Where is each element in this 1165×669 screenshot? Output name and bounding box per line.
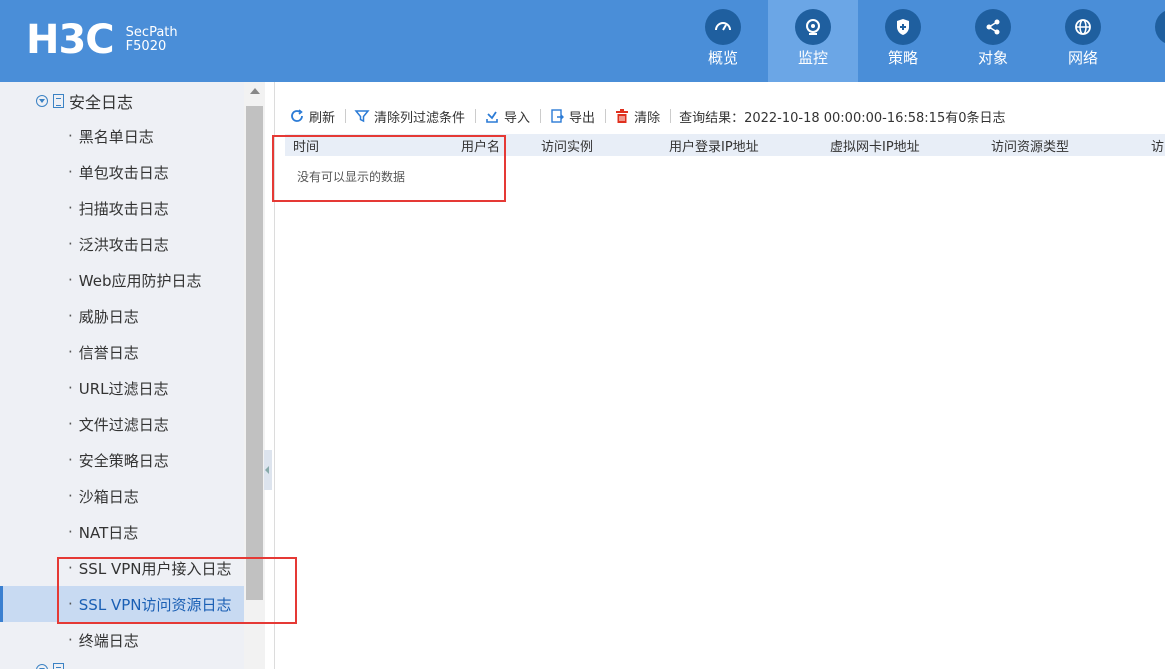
nav-monitor[interactable]: 监控 xyxy=(768,0,858,82)
refresh-icon xyxy=(291,109,303,122)
toolbar-divider xyxy=(475,109,477,123)
export-label: 导出 xyxy=(569,110,596,126)
sidebar-section-security-log[interactable]: 安全日志 xyxy=(36,90,133,112)
trash-icon xyxy=(616,109,629,123)
sidebar-item-terminal-log[interactable]: 终端日志 xyxy=(0,622,244,658)
toolbar-divider xyxy=(345,109,347,123)
scrollbar-thumb[interactable] xyxy=(246,106,263,600)
sidebar-item-waf-log[interactable]: Web应用防护日志 xyxy=(0,262,244,298)
export-button[interactable]: 导出 xyxy=(549,107,595,126)
clear-logs-button[interactable]: 清除 xyxy=(614,107,660,126)
clear-logs-label: 清除 xyxy=(634,110,661,126)
product-model: SecPath F5020 xyxy=(126,26,178,54)
column-header-truncated[interactable]: 访 xyxy=(1151,136,1164,155)
shield-icon xyxy=(885,9,921,45)
clear-filter-label: 清除列过滤条件 xyxy=(374,110,466,126)
column-header-virtual-nic-ip[interactable]: 虚拟网卡IP地址 xyxy=(830,136,920,155)
document-icon xyxy=(53,663,64,669)
product-model-number: F5020 xyxy=(125,39,167,54)
nav-label: 对象 xyxy=(977,49,1008,67)
nav-label: 网络 xyxy=(1067,49,1098,67)
column-header-login-ip[interactable]: 用户登录IP地址 xyxy=(669,136,759,155)
export-icon xyxy=(551,109,565,123)
filter-icon xyxy=(354,110,370,123)
logo-mark: H3C xyxy=(26,17,115,63)
share-icon xyxy=(975,9,1011,45)
clear-filter-button[interactable]: 清除列过滤条件 xyxy=(354,107,465,126)
sidebar-item-sandbox-log[interactable]: 沙箱日志 xyxy=(0,478,244,514)
collapse-toggle-icon[interactable] xyxy=(36,95,48,107)
nav-overview[interactable]: 概览 xyxy=(678,0,768,82)
highlight-box-table-area xyxy=(272,135,506,202)
nav-label: 策略 xyxy=(887,49,918,67)
toolbar-divider xyxy=(605,109,607,123)
collapse-toggle-icon[interactable] xyxy=(36,664,48,669)
nav-system[interactable]: 系 xyxy=(1128,0,1165,82)
nav-label: 概览 xyxy=(707,49,738,67)
sidebar-item-blacklist-log[interactable]: 黑名单日志 xyxy=(0,118,244,154)
sidebar-section-label: 安全日志 xyxy=(69,93,134,112)
nav-objects[interactable]: 对象 xyxy=(948,0,1038,82)
dashboard-icon xyxy=(705,9,741,45)
refresh-button[interactable]: 刷新 xyxy=(289,107,335,126)
sidebar-item-single-packet-attack-log[interactable]: 单包攻击日志 xyxy=(0,154,244,190)
nav-label: 监控 xyxy=(797,49,828,67)
toolbar-divider xyxy=(540,109,542,123)
highlight-box-sslvpn-items xyxy=(57,557,297,624)
monitor-icon xyxy=(795,9,831,45)
log-toolbar: 刷新 清除列过滤条件 导入 导出 清除 查询结果：2022-10-18 00:0… xyxy=(289,106,1006,126)
query-result-text: 查询结果：2022-10-18 00:00:00-16:58:15有0条日志 xyxy=(679,110,1006,126)
refresh-label: 刷新 xyxy=(309,110,336,126)
import-button[interactable]: 导入 xyxy=(484,107,530,126)
sidebar-next-section[interactable] xyxy=(36,662,64,669)
nav-policy[interactable]: 策略 xyxy=(858,0,948,82)
sidebar-item-reputation-log[interactable]: 信誉日志 xyxy=(0,334,244,370)
sidebar-item-file-filter-log[interactable]: 文件过滤日志 xyxy=(0,406,244,442)
import-label: 导入 xyxy=(504,110,531,126)
sidebar-item-security-policy-log[interactable]: 安全策略日志 xyxy=(0,442,244,478)
import-icon xyxy=(486,111,498,123)
toolbar-divider xyxy=(670,109,672,123)
sidebar-item-url-filter-log[interactable]: URL过滤日志 xyxy=(0,370,244,406)
main-nav: 概览 监控 策略 对象 网络 xyxy=(678,0,1165,82)
sidebar-item-nat-log[interactable]: NAT日志 xyxy=(0,514,244,550)
sidebar-collapse-handle[interactable] xyxy=(264,450,272,490)
globe-icon xyxy=(1065,9,1101,45)
nav-network[interactable]: 网络 xyxy=(1038,0,1128,82)
sidebar-item-scan-attack-log[interactable]: 扫描攻击日志 xyxy=(0,190,244,226)
document-icon xyxy=(53,94,64,108)
scroll-up-arrow-icon[interactable] xyxy=(250,88,260,94)
column-header-access-instance[interactable]: 访问实例 xyxy=(541,136,593,155)
system-icon xyxy=(1155,9,1165,45)
sidebar-item-threat-log[interactable]: 威胁日志 xyxy=(0,298,244,334)
product-line: SecPath xyxy=(125,25,178,40)
sidebar-item-flood-attack-log[interactable]: 泛洪攻击日志 xyxy=(0,226,244,262)
column-header-resource-type[interactable]: 访问资源类型 xyxy=(991,136,1069,155)
brand-logo: H3C SecPath F5020 xyxy=(26,18,178,62)
top-header: H3C SecPath F5020 概览 监控 策略 对象 网络 xyxy=(0,0,1165,82)
